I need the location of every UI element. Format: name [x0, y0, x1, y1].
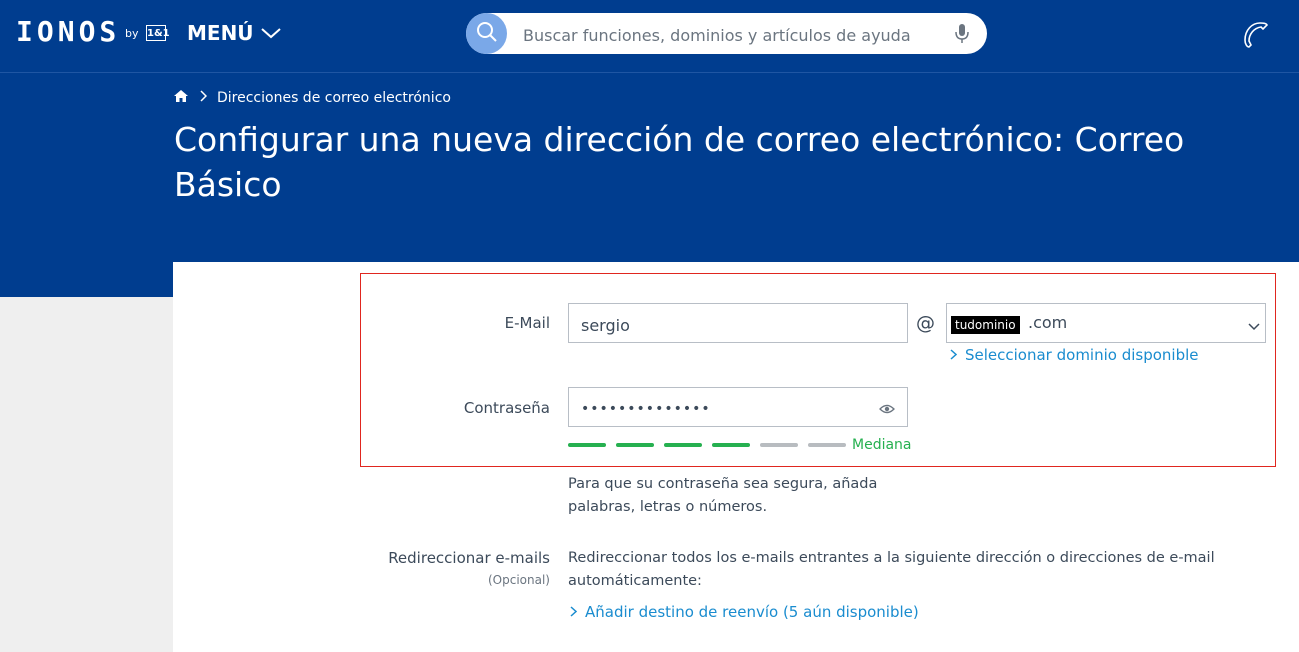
password-label: Contraseña: [463, 399, 550, 417]
search-bar: [466, 13, 987, 54]
password-hint: Para que su contraseña sea segura, añada…: [568, 476, 878, 515]
chevron-down-icon[interactable]: [1248, 316, 1260, 335]
phone-icon[interactable]: [1240, 20, 1270, 54]
select-domain-label: Seleccionar dominio disponible: [965, 346, 1199, 364]
password-field-box: [568, 387, 908, 427]
domain-value: tudominio: [951, 316, 1020, 334]
breadcrumb: Direcciones de correo electrónico: [173, 89, 451, 107]
strength-bar: [616, 443, 654, 447]
menu-label: MENÚ: [187, 21, 254, 45]
chevron-right-icon: [199, 90, 208, 106]
left-sidebar-area: [0, 297, 173, 652]
forward-optional: (Opcional): [488, 573, 550, 587]
password-strength-meter: Mediana: [568, 437, 912, 453]
breadcrumb-current[interactable]: Direcciones de correo electrónico: [217, 90, 451, 106]
strength-bar: [664, 443, 702, 447]
strength-bar: [712, 443, 750, 447]
chevron-right-icon: [570, 603, 578, 621]
select-domain-link[interactable]: Seleccionar dominio disponible: [950, 346, 1199, 364]
chevron-down-icon: [260, 21, 282, 45]
add-forward-link[interactable]: Añadir destino de reenvío (5 aún disponi…: [570, 603, 919, 621]
partner-logo: 1&1: [146, 25, 170, 41]
home-icon[interactable]: [173, 89, 189, 107]
search-icon: [476, 21, 498, 47]
strength-bar: [568, 443, 606, 447]
chevron-right-icon: [950, 346, 958, 364]
page-title: Configurar una nueva dirección de correo…: [174, 120, 1185, 204]
domain-tld: .com: [1028, 313, 1068, 332]
strength-label: Mediana: [852, 437, 912, 453]
menu-button[interactable]: MENÚ: [187, 21, 282, 45]
forward-label: Redireccionar e-mails: [388, 549, 550, 567]
search-input[interactable]: [521, 22, 935, 48]
eye-icon[interactable]: [879, 400, 895, 419]
email-field[interactable]: [579, 313, 883, 337]
email-label: E-Mail: [504, 314, 550, 332]
top-navigation-bar: IONOS by 1&1 MENÚ: [0, 0, 1299, 73]
forward-description: Redireccionar todos los e-mails entrante…: [568, 550, 1215, 589]
password-field[interactable]: [579, 397, 883, 421]
strength-bar: [760, 443, 798, 447]
logo-by-text: by: [125, 27, 139, 40]
microphone-icon[interactable]: [955, 23, 969, 49]
email-field-box: [568, 303, 908, 343]
at-sign: @: [916, 312, 935, 334]
strength-bar: [808, 443, 846, 447]
search-button[interactable]: [466, 13, 507, 54]
add-forward-label: Añadir destino de reenvío (5 aún disponi…: [585, 603, 919, 621]
ionos-logo[interactable]: IONOS: [16, 15, 120, 48]
